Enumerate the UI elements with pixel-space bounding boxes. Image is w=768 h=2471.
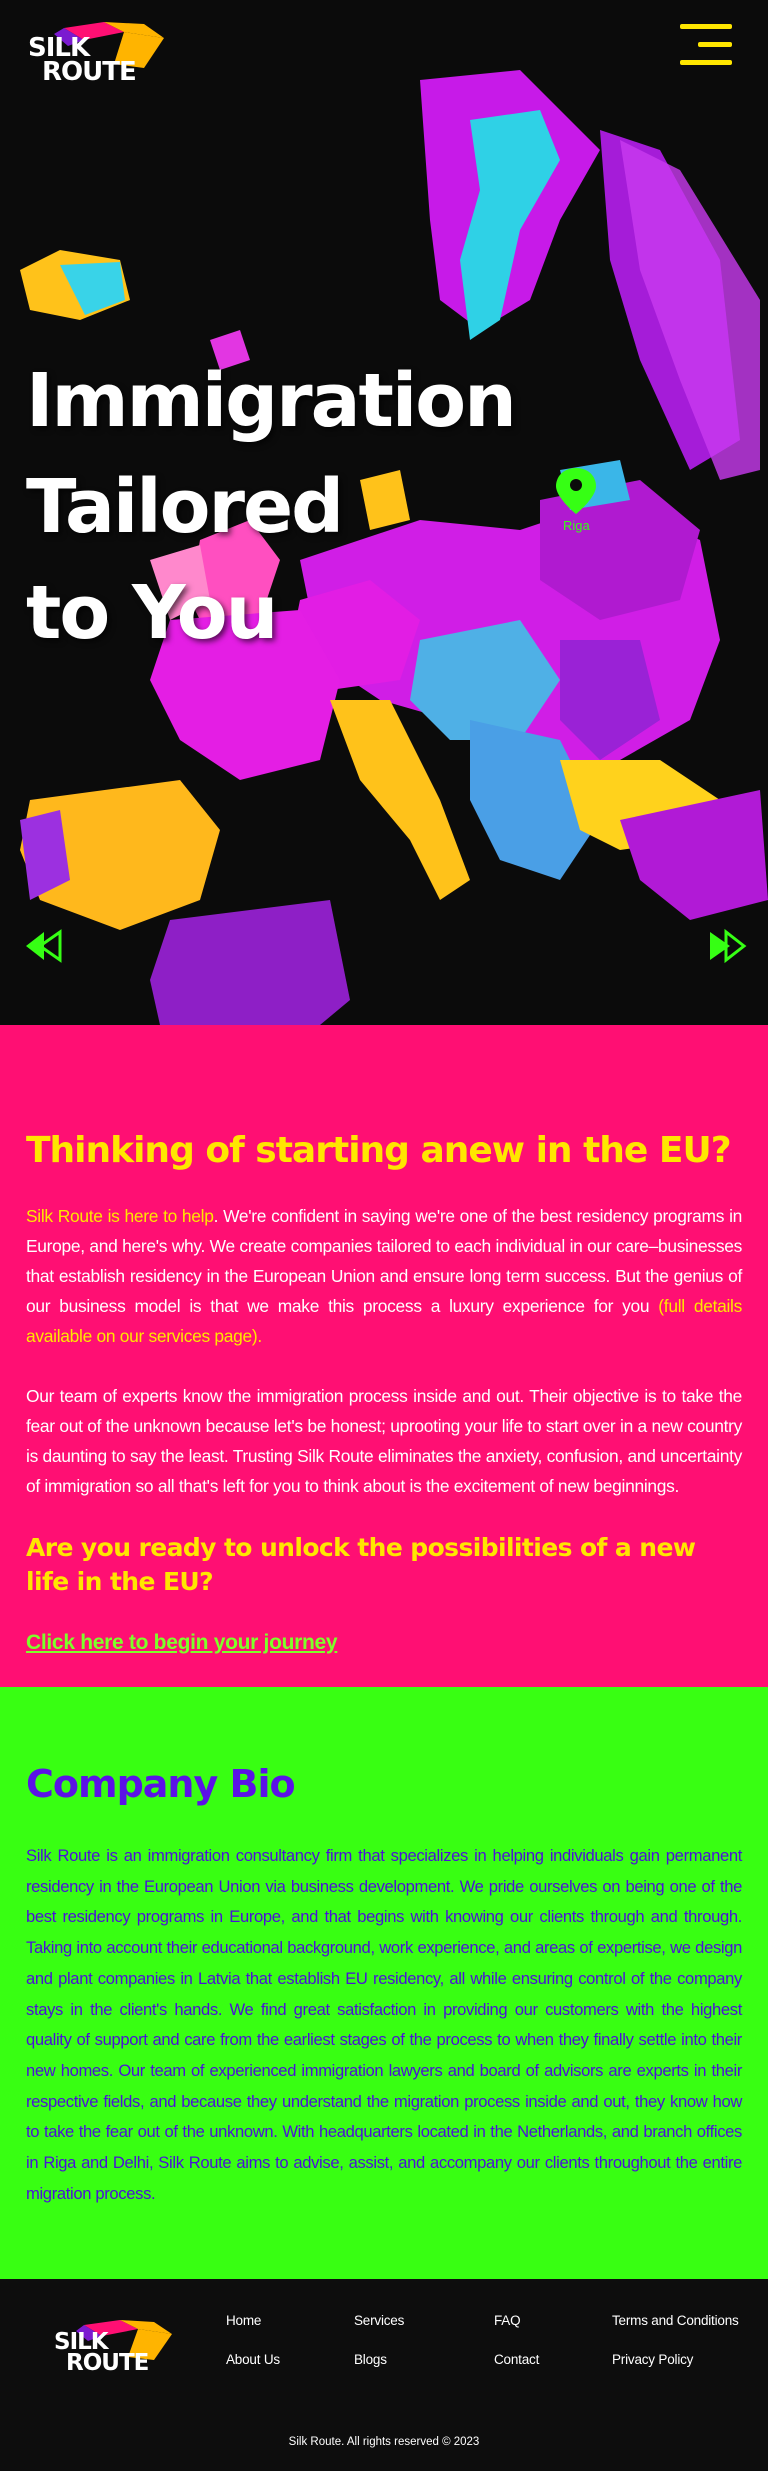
footer-link-contact[interactable]: Contact (494, 2352, 539, 2367)
bio-paragraph: Silk Route is an immigration consultancy… (26, 1846, 742, 2203)
footer-link-terms[interactable]: Terms and Conditions (612, 2313, 739, 2328)
begin-journey-link[interactable]: Click here to begin your journey (26, 1631, 338, 1655)
footer-link-about[interactable]: About Us (226, 2352, 280, 2367)
intro-section: Thinking of starting anew in the EU? Sil… (0, 1025, 768, 1687)
footer-link-home[interactable]: Home (226, 2313, 261, 2328)
site-footer: SILK ROUTE Home About Us Services Blogs … (0, 2279, 768, 2471)
next-arrow-icon[interactable] (704, 928, 748, 964)
prev-arrow-icon[interactable] (22, 928, 66, 964)
footer-link-faq[interactable]: FAQ (494, 2313, 521, 2328)
menu-icon[interactable] (680, 24, 732, 66)
intro-paragraph-1: Silk Route is here to help. We're confid… (26, 1206, 742, 1346)
bio-heading: Company Bio (26, 1762, 296, 1806)
footer-link-services[interactable]: Services (354, 2313, 404, 2328)
copyright-text: Silk Route. All rights reserved © 2023 (288, 2436, 480, 2448)
hero-title: Immigration Tailored to You (26, 358, 517, 656)
footer-logo-text: SILK ROUTE (54, 2329, 149, 2376)
company-bio-section: Company Bio Silk Route is an immigration… (0, 1687, 768, 2279)
intro-subheading: Are you ready to unlock the possibilitie… (26, 1533, 696, 1596)
intro-heading: Thinking of starting anew in the EU? (26, 1130, 732, 1171)
intro-paragraph-2: Our team of experts know the immigration… (26, 1386, 742, 1496)
map-pin-label: Riga (563, 518, 591, 533)
hero-section: Riga SILK ROUTE Immigration Tailored to … (0, 0, 768, 1025)
footer-link-blogs[interactable]: Blogs (354, 2352, 387, 2367)
footer-logo[interactable]: SILK ROUTE (50, 2317, 180, 2379)
site-header: SILK ROUTE (0, 0, 768, 110)
logo-text: SILK ROUTE (28, 33, 137, 87)
intro-highlight-link[interactable]: Silk Route is here to help (26, 1206, 214, 1226)
footer-link-privacy[interactable]: Privacy Policy (612, 2352, 693, 2367)
site-logo[interactable]: SILK ROUTE (24, 18, 174, 90)
